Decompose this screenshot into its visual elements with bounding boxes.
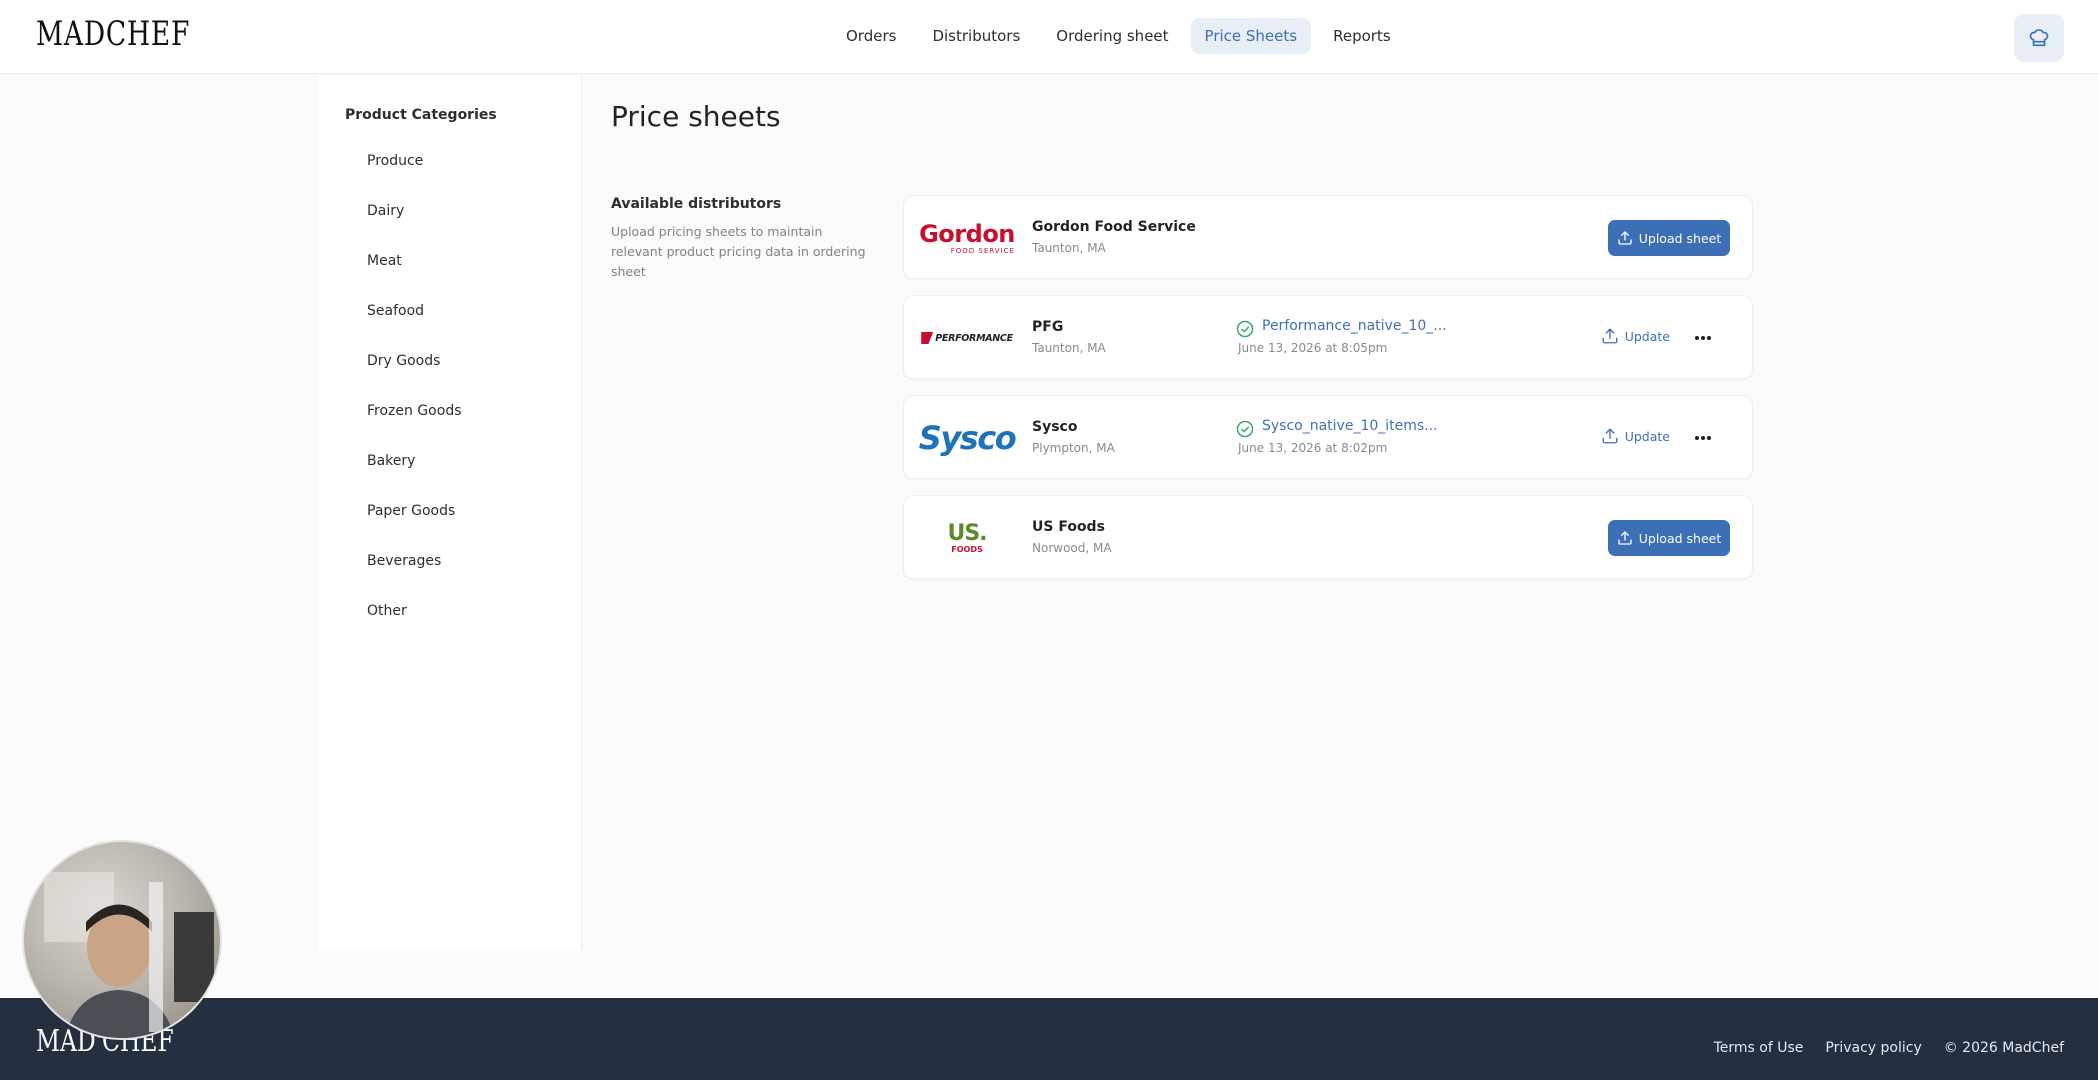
category-meat[interactable]: Meat <box>367 251 462 301</box>
distributor-location: Norwood, MA <box>1032 541 1112 555</box>
more-options-button[interactable] <box>1692 327 1714 349</box>
footer-link-terms[interactable]: Terms of Use <box>1714 1040 1804 1056</box>
update-button[interactable]: Update <box>1601 327 1670 345</box>
profile-button[interactable] <box>2014 14 2064 62</box>
presenter-video-icon <box>44 872 214 1038</box>
distributor-card-us-foods: US. FOODS US Foods Norwood, MA Upload sh… <box>903 495 1753 579</box>
upload-icon <box>1602 428 1618 444</box>
category-sidebar: Product Categories Produce Dairy Meat Se… <box>316 75 582 950</box>
nav-reports[interactable]: Reports <box>1319 18 1405 54</box>
main-nav: Orders Distributors Ordering sheet Price… <box>832 18 1405 54</box>
distributor-name: PFG <box>1032 319 1064 335</box>
top-navigation-bar: MADCHEF Orders Distributors Ordering she… <box>0 0 2098 74</box>
distributor-location: Plympton, MA <box>1032 441 1115 455</box>
upload-icon <box>1602 328 1618 344</box>
app-logo[interactable]: MADCHEF <box>36 14 190 54</box>
price-sheet-file-link[interactable]: Performance_native_10_... <box>1262 318 1447 334</box>
price-sheet-upload-date: June 13, 2026 at 8:05pm <box>1238 341 1388 355</box>
distributor-card-gordon: Gordon FOOD SERVICE Gordon Food Service … <box>903 195 1753 279</box>
category-dairy[interactable]: Dairy <box>367 201 462 251</box>
category-seafood[interactable]: Seafood <box>367 301 462 351</box>
category-produce[interactable]: Produce <box>367 151 462 201</box>
category-dry-goods[interactable]: Dry Goods <box>367 351 462 401</box>
more-horizontal-icon <box>1695 436 1711 440</box>
webcam-overlay <box>22 840 222 1040</box>
us-foods-logo: US. FOODS <box>947 520 987 554</box>
distributor-list: Gordon FOOD SERVICE Gordon Food Service … <box>903 195 1753 595</box>
nav-ordering-sheet[interactable]: Ordering sheet <box>1042 18 1182 54</box>
sidebar-title: Product Categories <box>345 107 497 123</box>
performance-logo: PERFORMANCE <box>921 310 1013 366</box>
upload-sheet-button[interactable]: Upload sheet <box>1608 220 1730 256</box>
upload-sheet-button[interactable]: Upload sheet <box>1608 520 1730 556</box>
sysco-logo: Sysco <box>918 419 1017 457</box>
check-circle-icon <box>1236 320 1254 338</box>
footer-copyright: © 2026 MadChef <box>1943 1040 2064 1056</box>
distributor-name: Sysco <box>1032 419 1078 435</box>
price-sheet-upload-date: June 13, 2026 at 8:02pm <box>1238 441 1388 455</box>
distributor-location: Taunton, MA <box>1032 341 1106 355</box>
footer-links: Terms of Use Privacy policy © 2026 MadCh… <box>1714 1040 2064 1056</box>
category-frozen-goods[interactable]: Frozen Goods <box>367 401 462 451</box>
category-paper-goods[interactable]: Paper Goods <box>367 501 462 551</box>
category-list: Produce Dairy Meat Seafood Dry Goods Fro… <box>367 151 462 651</box>
upload-icon <box>1618 231 1632 245</box>
price-sheet-file-link[interactable]: Sysco_native_10_items... <box>1262 418 1438 434</box>
gordon-logo: Gordon FOOD SERVICE <box>919 219 1015 255</box>
update-button[interactable]: Update <box>1601 427 1670 445</box>
more-options-button[interactable] <box>1692 427 1714 449</box>
nav-distributors[interactable]: Distributors <box>918 18 1034 54</box>
category-bakery[interactable]: Bakery <box>367 451 462 501</box>
category-other[interactable]: Other <box>367 601 462 651</box>
category-beverages[interactable]: Beverages <box>367 551 462 601</box>
check-circle-icon <box>1236 420 1254 438</box>
chef-hat-icon <box>2029 29 2049 47</box>
distributor-location: Taunton, MA <box>1032 241 1106 255</box>
footer-link-privacy[interactable]: Privacy policy <box>1825 1040 1921 1056</box>
footer <box>0 998 2098 1080</box>
page-title: Price sheets <box>611 100 781 133</box>
distributor-card-pfg: PERFORMANCE PFG Taunton, MA Performance_… <box>903 295 1753 379</box>
nav-price-sheets[interactable]: Price Sheets <box>1190 18 1312 54</box>
available-distributors-description: Upload pricing sheets to maintain releva… <box>611 224 866 279</box>
more-horizontal-icon <box>1695 336 1711 340</box>
distributor-name: Gordon Food Service <box>1032 219 1196 235</box>
available-distributors-heading: Available distributors <box>611 196 782 212</box>
distributor-card-sysco: Sysco Sysco Plympton, MA Sysco_native_10… <box>903 395 1753 479</box>
upload-icon <box>1618 531 1632 545</box>
nav-orders[interactable]: Orders <box>832 18 910 54</box>
distributor-name: US Foods <box>1032 519 1105 535</box>
